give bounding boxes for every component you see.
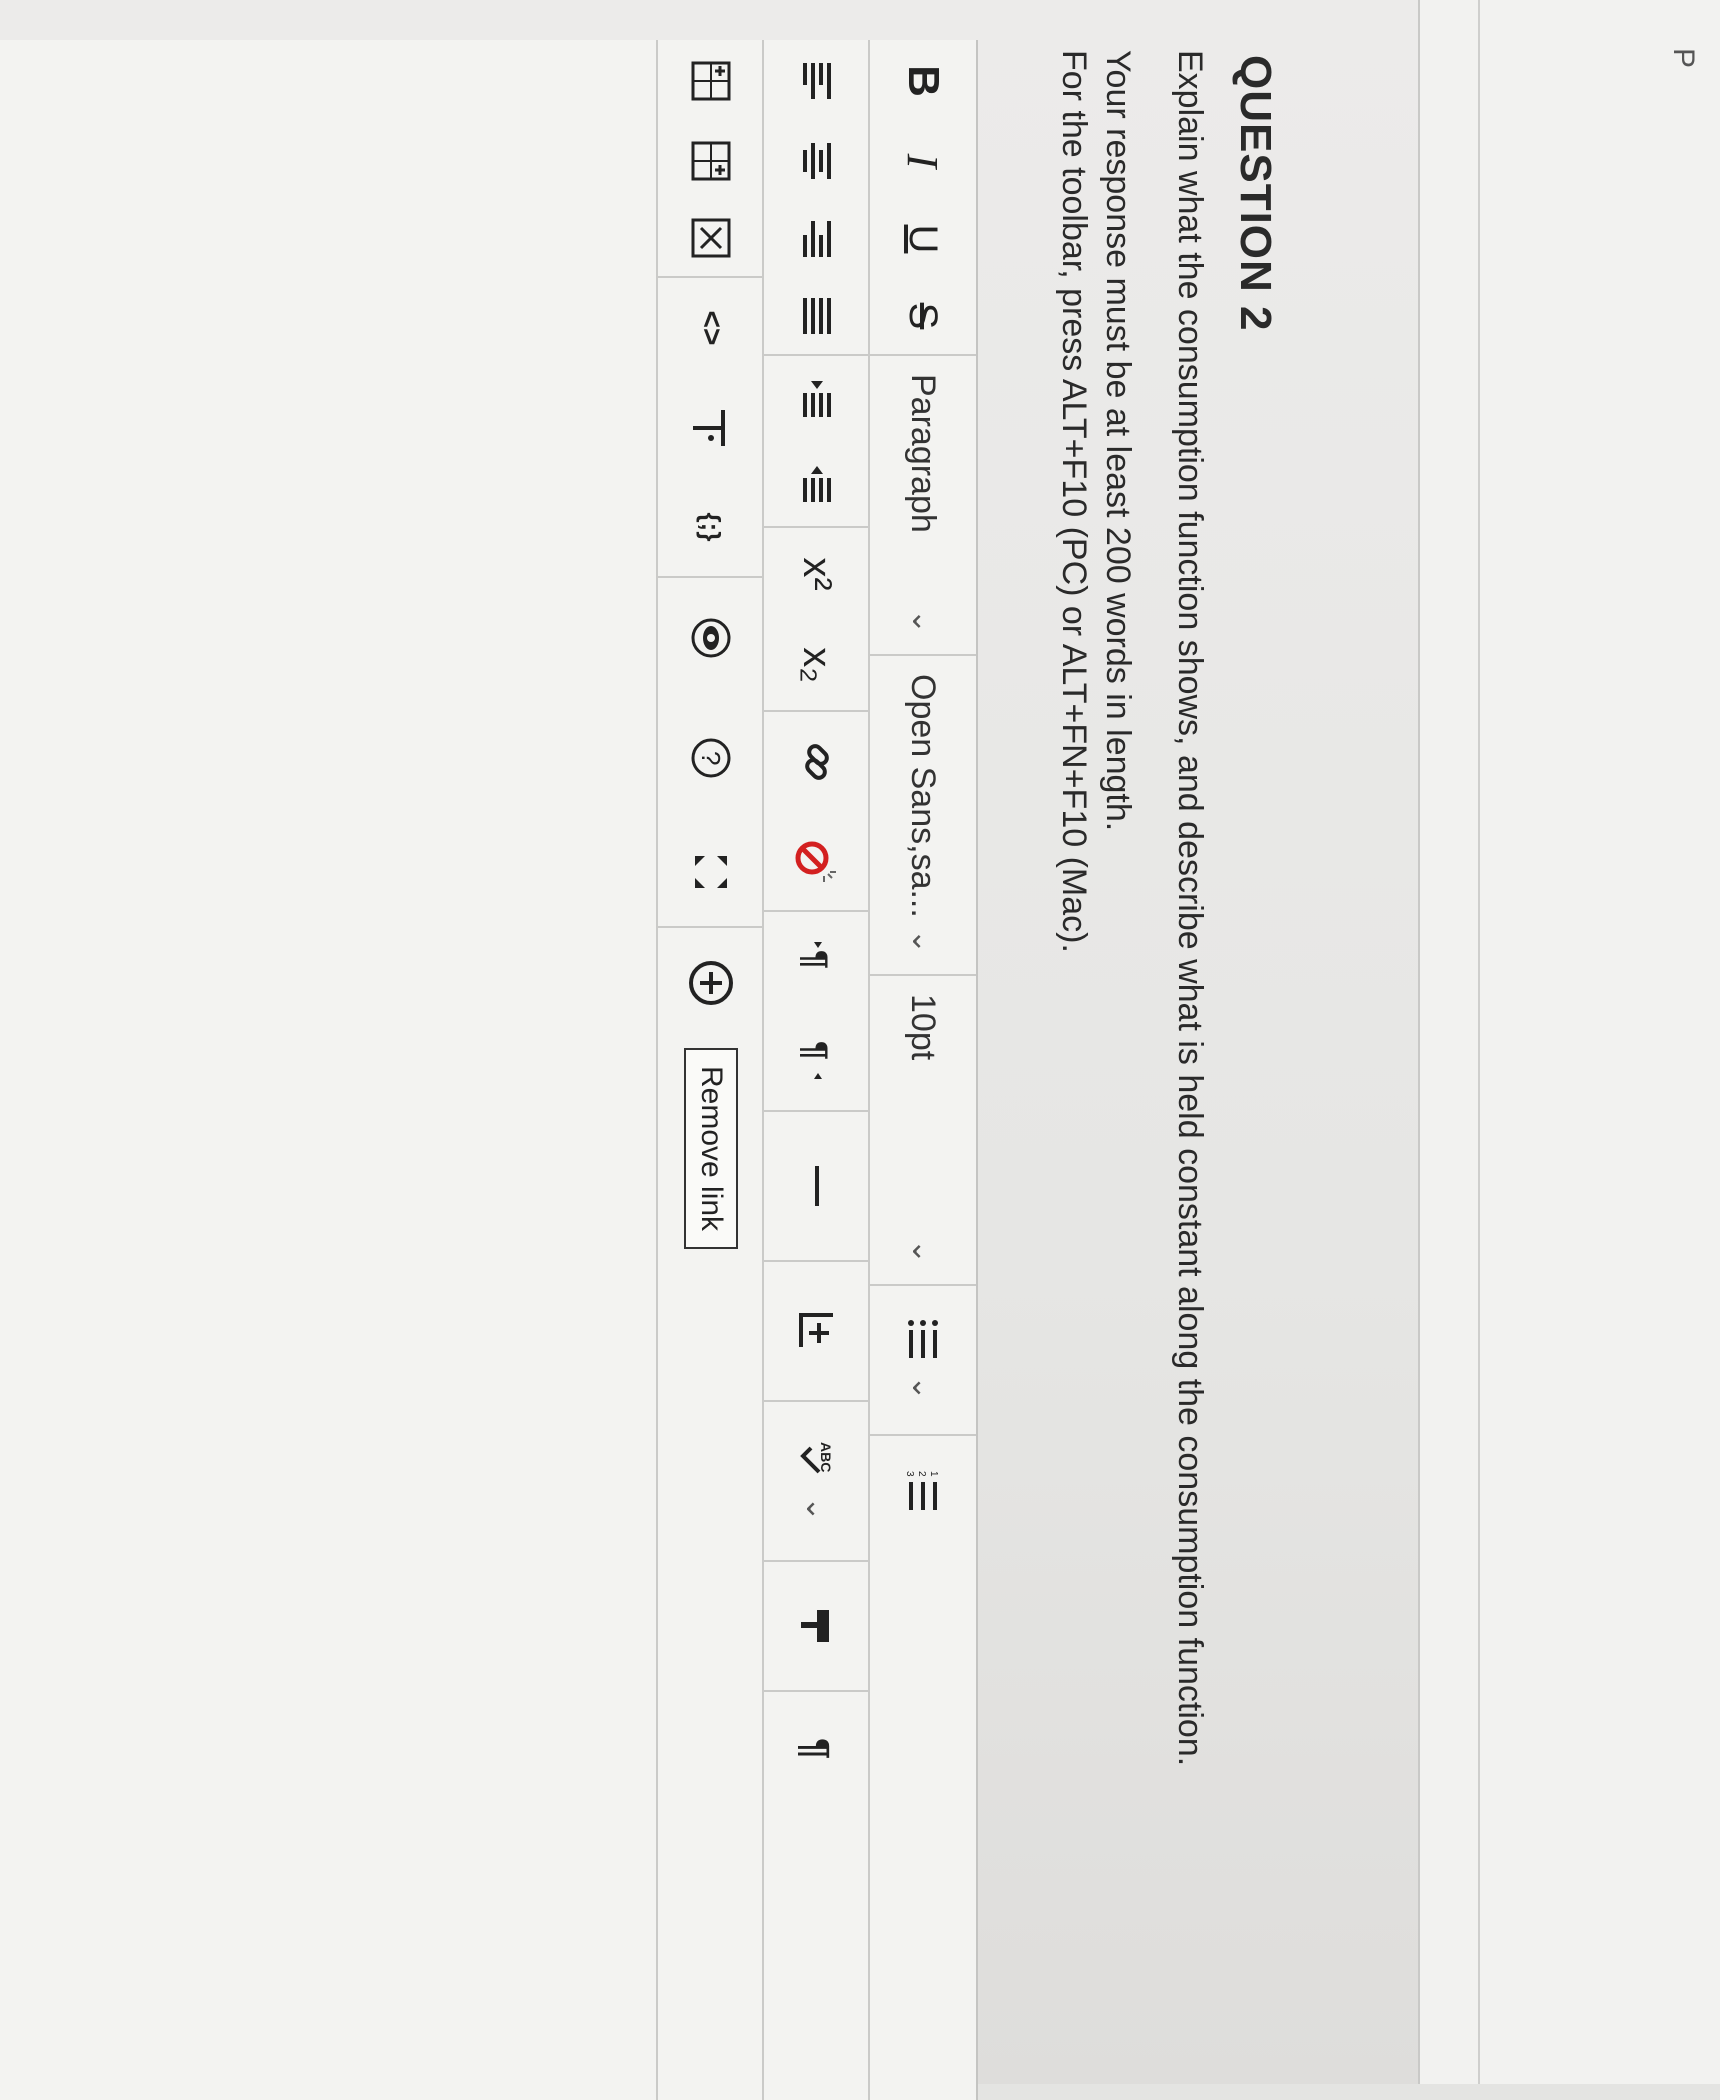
help-icon: ? xyxy=(691,738,731,778)
align-center-button[interactable] xyxy=(764,122,870,200)
bullet-list-button[interactable]: ⌄ xyxy=(870,1286,976,1436)
spellcheck-button[interactable]: ABC ⌄ xyxy=(764,1402,870,1562)
indent-button[interactable] xyxy=(764,356,870,442)
font-size-select[interactable]: 10pt ⌄ xyxy=(870,976,976,1286)
eye-icon xyxy=(691,618,731,658)
toolbar-hint: For the toolbar, press ALT+F10 (PC) or A… xyxy=(1055,50,1093,953)
outdent-icon xyxy=(803,466,831,502)
rtl-paragraph-icon: ¶ xyxy=(800,1041,834,1079)
numbered-list-button[interactable]: 1 2 3 xyxy=(870,1436,976,1546)
superscript-button[interactable]: x² xyxy=(764,528,870,620)
toolbar-row-alignment: x² x₂ ¶ xyxy=(762,40,870,2100)
insert-link-button[interactable] xyxy=(764,712,870,812)
ltr-button[interactable]: ¶ xyxy=(764,912,870,1012)
preview-button[interactable] xyxy=(658,578,764,698)
link-icon xyxy=(805,744,829,780)
align-center-icon xyxy=(803,143,831,179)
remove-link-tooltip: Remove link xyxy=(684,1048,738,1250)
add-content-button[interactable] xyxy=(658,928,764,1038)
underline-button[interactable]: U xyxy=(870,200,976,278)
svg-text:¶: ¶ xyxy=(800,1041,834,1060)
table-delete-icon xyxy=(691,218,731,258)
strikethrough-button[interactable]: S xyxy=(870,278,976,356)
delete-table-button[interactable] xyxy=(658,200,764,278)
indent-icon xyxy=(803,381,831,417)
subscript-button[interactable]: x₂ xyxy=(764,620,870,712)
fullscreen-icon xyxy=(695,856,727,888)
italic-button[interactable]: I xyxy=(870,122,976,200)
special-char-button[interactable] xyxy=(658,378,764,478)
ltr-paragraph-icon: ¶ xyxy=(800,942,834,969)
question-instructions: Your response must be at least 200 words… xyxy=(1052,50,1140,953)
insert-cursor-icon xyxy=(693,410,725,446)
rtl-button[interactable]: ¶ xyxy=(764,1012,870,1112)
chevron-down-icon: ⌄ xyxy=(906,1238,940,1264)
spellcheck-icon: ABC xyxy=(800,1442,834,1474)
rich-text-editor[interactable]: B I U S Paragraph ⌄ Open Sans,sa... ⌄ 10… xyxy=(0,40,978,2100)
svg-text:3: 3 xyxy=(906,1471,915,1477)
align-right-button[interactable] xyxy=(764,200,870,278)
header-strip: P xyxy=(1418,0,1720,2084)
fullscreen-button[interactable] xyxy=(658,818,764,928)
word-requirement: Your response must be at least 200 words… xyxy=(1099,50,1137,832)
outdent-button[interactable] xyxy=(764,442,870,528)
header-label: P xyxy=(1667,48,1700,69)
editor-text-area[interactable] xyxy=(0,40,656,2100)
svg-text:2: 2 xyxy=(916,1471,927,1477)
unlink-icon xyxy=(795,841,836,882)
bold-button[interactable]: B xyxy=(870,40,976,122)
question-prompt: Explain what the consumption function sh… xyxy=(1171,50,1209,1767)
table-add-icon xyxy=(691,61,731,101)
insert-plus-icon xyxy=(799,1313,833,1347)
align-left-icon xyxy=(803,63,831,99)
format-painter-icon xyxy=(801,1610,829,1642)
svg-text:1: 1 xyxy=(928,1471,939,1477)
pilcrow-icon: ¶ xyxy=(797,1738,836,1759)
toolbar-row-formatting: B I U S Paragraph ⌄ Open Sans,sa... ⌄ 10… xyxy=(868,40,976,2100)
size-select-value: 10pt xyxy=(904,994,943,1061)
align-justify-button[interactable] xyxy=(764,278,870,356)
show-blocks-button[interactable]: ¶ xyxy=(764,1692,870,1812)
svg-text:ABC: ABC xyxy=(818,1442,834,1472)
insert-table-above-button[interactable] xyxy=(658,40,764,122)
toolbar-row-insert: <> {;} ? Remove link xyxy=(656,40,764,2100)
source-button[interactable]: {;} xyxy=(658,478,764,578)
chevron-down-icon: ⌄ xyxy=(800,1496,834,1522)
align-justify-icon xyxy=(803,298,831,334)
align-right-icon xyxy=(803,221,831,257)
chevron-down-icon: ⌄ xyxy=(906,608,940,634)
align-left-button[interactable] xyxy=(764,40,870,122)
code-button[interactable]: <> xyxy=(658,278,764,378)
numbered-list-icon: 1 2 3 xyxy=(906,1471,939,1510)
table-add-icon xyxy=(691,141,731,181)
svg-text:¶: ¶ xyxy=(800,950,834,969)
remove-link-button[interactable] xyxy=(764,812,870,912)
insert-table-button-2[interactable] xyxy=(658,122,764,200)
bullet-list-icon xyxy=(908,1320,938,1359)
chevron-down-icon: ⌄ xyxy=(906,928,940,954)
paragraph-format-select[interactable]: Paragraph ⌄ xyxy=(870,356,976,656)
add-circle-icon xyxy=(689,961,733,1005)
screen: P QUESTION 2 Explain what the consumptio… xyxy=(0,0,1720,2100)
font-family-select[interactable]: Open Sans,sa... ⌄ xyxy=(870,656,976,976)
font-select-value: Open Sans,sa... xyxy=(904,674,943,918)
help-button[interactable]: ? xyxy=(658,698,764,818)
paragraph-select-value: Paragraph xyxy=(904,374,943,533)
chevron-down-icon: ⌄ xyxy=(906,1375,940,1401)
horizontal-line-icon xyxy=(815,1166,819,1206)
svg-text:¶: ¶ xyxy=(797,1738,836,1759)
insert-table-button[interactable] xyxy=(764,1262,870,1402)
svg-text:?: ? xyxy=(696,751,726,765)
horizontal-line-button[interactable] xyxy=(764,1112,870,1262)
clear-format-button[interactable] xyxy=(764,1562,870,1692)
header-divider xyxy=(1478,0,1480,2084)
question-title: QUESTION 2 xyxy=(1231,55,1280,332)
